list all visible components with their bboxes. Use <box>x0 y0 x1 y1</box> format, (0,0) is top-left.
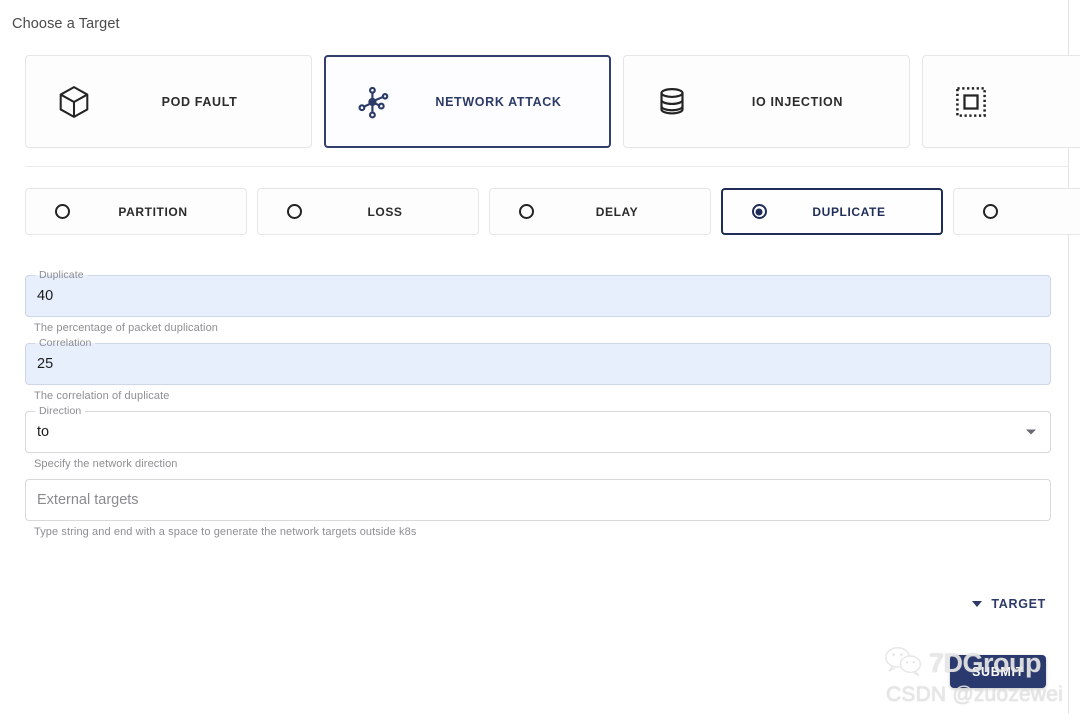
network-action-row: PARTITION LOSS DELAY DUPLICATE <box>25 188 1080 235</box>
submit-button[interactable]: SUBMIT <box>950 655 1046 688</box>
field-duplicate: Duplicate 40 The percentage of packet du… <box>25 269 1052 334</box>
direction-select[interactable]: Direction to <box>25 405 1051 453</box>
form-panel: Choose a Target POD FAULT NETWORK ATTACK… <box>0 0 1080 714</box>
field-direction: Direction to Specify the network directi… <box>25 405 1052 470</box>
action-option-bandwidth[interactable] <box>953 188 1080 235</box>
radio-icon <box>26 204 98 219</box>
target-card-pod-fault[interactable]: POD FAULT <box>25 55 312 148</box>
chevron-down-icon[interactable] <box>1026 429 1036 435</box>
action-option-label: DELAY <box>595 204 639 219</box>
radio-icon <box>954 204 1026 219</box>
correlation-legend: Correlation <box>35 337 96 349</box>
duplicate-value: 40 <box>37 288 54 304</box>
page-title: Choose a Target <box>12 16 120 32</box>
radio-icon <box>490 204 562 219</box>
target-card-network-attack[interactable]: NETWORK ATTACK <box>324 55 611 148</box>
action-option-label: DUPLICATE <box>812 204 886 219</box>
target-expander-button[interactable]: TARGET <box>972 597 1046 611</box>
duplicate-helper-text: The percentage of packet duplication <box>34 322 218 334</box>
chevron-down-icon <box>972 601 983 607</box>
wechat-icon <box>884 644 924 683</box>
duplicate-legend: Duplicate <box>35 269 88 281</box>
correlation-input[interactable]: Correlation 25 <box>25 337 1051 385</box>
database-icon <box>624 84 720 120</box>
duplicate-input[interactable]: Duplicate 40 <box>25 269 1051 317</box>
target-card-label: NETWORK ATTACK <box>435 94 562 109</box>
correlation-value: 25 <box>37 356 54 372</box>
direction-helper-text: Specify the network direction <box>34 458 178 470</box>
direction-legend: Direction <box>35 405 86 417</box>
action-option-loss[interactable]: LOSS <box>257 188 479 235</box>
field-external-targets: External targets Type string and end wit… <box>25 479 1052 538</box>
external-targets-helper-text: Type string and end with a space to gene… <box>34 526 417 538</box>
parameters-form: Duplicate 40 The percentage of packet du… <box>25 269 1052 547</box>
radio-selected-icon <box>723 204 795 219</box>
correlation-helper-text: The correlation of duplicate <box>34 390 170 402</box>
external-targets-placeholder: External targets <box>37 492 139 508</box>
action-option-partition[interactable]: PARTITION <box>25 188 247 235</box>
target-card-label: IO INJECTION <box>751 94 844 109</box>
action-option-label: LOSS <box>367 204 403 219</box>
chaos-experiment-form: Choose a Target POD FAULT NETWORK ATTACK… <box>0 0 1080 714</box>
target-expander-label: TARGET <box>991 597 1046 611</box>
target-card-io-injection[interactable]: IO INJECTION <box>623 55 910 148</box>
field-correlation: Correlation 25 The correlation of duplic… <box>25 337 1052 402</box>
section-divider <box>25 166 1069 167</box>
external-targets-input[interactable]: External targets <box>25 479 1051 521</box>
target-card-row: POD FAULT NETWORK ATTACK IO INJECTION <box>25 55 1080 148</box>
action-option-delay[interactable]: DELAY <box>489 188 711 235</box>
action-option-label: PARTITION <box>118 204 188 219</box>
radio-icon <box>258 204 330 219</box>
target-card-stress-test[interactable] <box>922 55 1080 148</box>
target-card-label: POD FAULT <box>161 94 238 109</box>
dashed-square-icon <box>923 85 1019 119</box>
network-nodes-icon <box>326 83 422 121</box>
action-option-duplicate[interactable]: DUPLICATE <box>721 188 943 235</box>
direction-value: to <box>37 424 50 440</box>
cube-icon <box>26 83 122 121</box>
